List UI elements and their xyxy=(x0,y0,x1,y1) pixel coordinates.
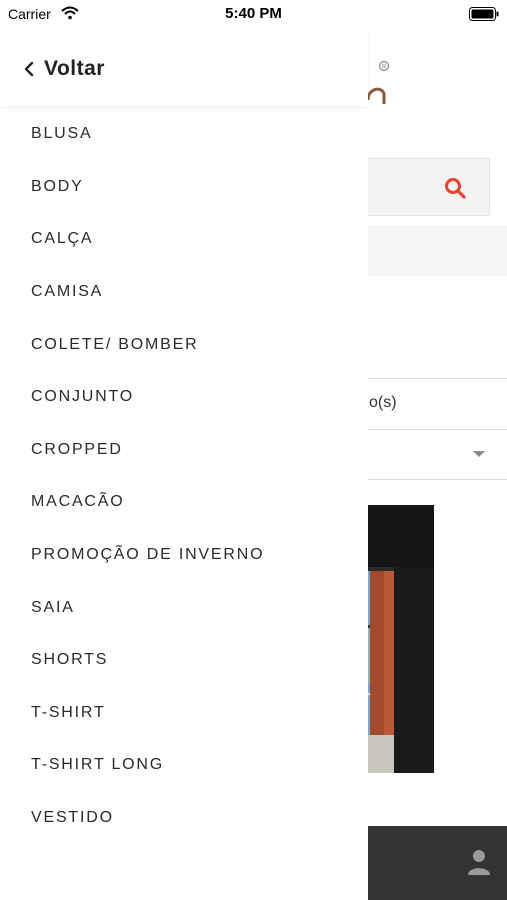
category-item[interactable]: CROPPED xyxy=(0,424,368,477)
category-item[interactable]: T-SHIRT LONG xyxy=(0,739,368,792)
back-button[interactable]: Voltar xyxy=(22,52,105,86)
clock: 5:40 PM xyxy=(225,5,282,22)
category-item[interactable]: SAIA xyxy=(0,581,368,634)
category-item[interactable]: SHORTS xyxy=(0,634,368,687)
results-count-text: o(s) xyxy=(369,394,397,411)
back-label: Voltar xyxy=(44,57,105,80)
category-drawer: Voltar BLUSA BODY CALÇA CAMISA COLETE/ B… xyxy=(0,0,368,900)
search-icon[interactable] xyxy=(443,176,467,200)
chevron-left-icon xyxy=(24,61,34,77)
category-item[interactable]: VESTIDO xyxy=(0,792,368,845)
category-list: BLUSA BODY CALÇA CAMISA COLETE/ BOMBER C… xyxy=(0,108,368,844)
chevron-down-icon xyxy=(473,451,485,457)
category-item[interactable]: BLUSA xyxy=(0,108,368,161)
status-bar: Carrier 5:40 PM xyxy=(0,0,507,28)
user-icon[interactable] xyxy=(467,848,491,876)
battery-icon xyxy=(469,7,499,21)
category-item[interactable]: COLETE/ BOMBER xyxy=(0,318,368,371)
category-item[interactable]: CALÇA xyxy=(0,213,368,266)
category-item[interactable]: T-SHIRT xyxy=(0,687,368,740)
category-item[interactable]: CONJUNTO xyxy=(0,371,368,424)
brand-logo: R xyxy=(366,60,390,104)
category-item[interactable]: MACACÃO xyxy=(0,476,368,529)
svg-text:R: R xyxy=(382,65,387,71)
category-item[interactable]: PROMOÇÃO DE INVERNO xyxy=(0,529,368,582)
category-item[interactable]: CAMISA xyxy=(0,266,368,319)
drawer-header: Voltar xyxy=(0,28,368,106)
category-item[interactable]: BODY xyxy=(0,161,368,214)
